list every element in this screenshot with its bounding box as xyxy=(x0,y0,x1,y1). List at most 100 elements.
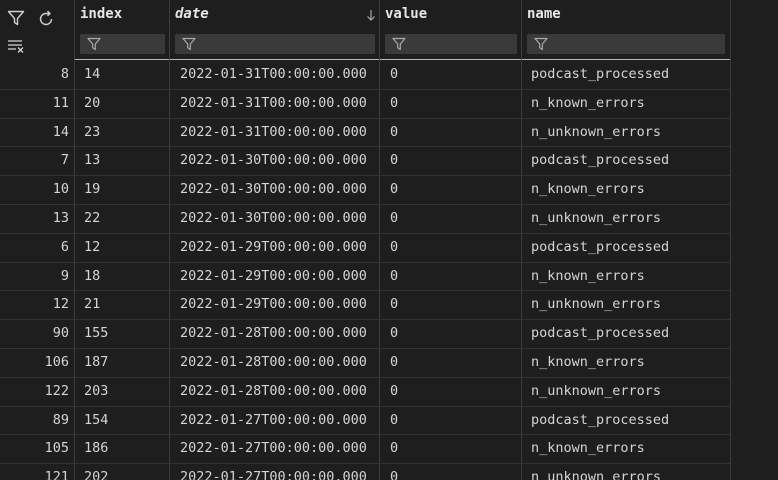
cell-date: 2022-01-28T00:00:00.000 xyxy=(180,382,367,399)
cell-index: 21 xyxy=(84,296,101,313)
row-number-cell: 122 xyxy=(44,382,69,399)
grid-toolbar-corner xyxy=(0,0,75,60)
cell-value: 0 xyxy=(390,238,399,255)
data-grid: index date value name 8 14 2022-01-31T00… xyxy=(0,0,778,480)
row-number-cell: 12 xyxy=(52,296,69,313)
table-row[interactable]: 11 20 2022-01-31T00:00:00.000 0 n_known_erro… xyxy=(0,89,778,118)
row-number-cell: 6 xyxy=(60,238,69,255)
cell-date: 2022-01-31T00:00:00.000 xyxy=(180,123,367,140)
row-number-cell: 13 xyxy=(52,210,69,226)
cell-date: 2022-01-27T00:00:00.000 xyxy=(180,440,367,457)
cell-value: 0 xyxy=(390,469,399,480)
row-number-cell: 121 xyxy=(44,469,69,480)
row-number-cell: 90 xyxy=(52,325,69,342)
cell-value: 0 xyxy=(390,152,399,169)
cell-date: 2022-01-27T00:00:00.000 xyxy=(180,411,367,428)
cell-name: n_unknown_errors xyxy=(531,469,662,480)
cell-index: 203 xyxy=(84,382,109,399)
cell-name: n_unknown_errors xyxy=(531,123,662,140)
column-header-name[interactable]: name xyxy=(522,0,730,60)
row-number-cell: 8 xyxy=(60,66,69,82)
cell-date: 2022-01-29T00:00:00.000 xyxy=(180,267,367,284)
cell-value: 0 xyxy=(390,440,399,457)
grid-header: index date value name xyxy=(0,0,778,60)
cell-index: 154 xyxy=(84,411,109,428)
table-row[interactable]: 6 12 2022-01-29T00:00:00.000 0 podcast_proce… xyxy=(0,233,778,262)
cell-value: 0 xyxy=(390,354,399,370)
cell-date: 2022-01-27T00:00:00.000 xyxy=(180,469,367,480)
cell-name: podcast_processed xyxy=(531,66,670,82)
cell-name: n_unknown_errors xyxy=(531,296,662,313)
cell-index: 14 xyxy=(84,66,101,82)
cell-index: 23 xyxy=(84,123,101,140)
row-number-cell: 105 xyxy=(44,440,69,457)
cell-index: 186 xyxy=(84,440,109,457)
cell-index: 22 xyxy=(84,210,101,226)
column-header-value[interactable]: value xyxy=(380,0,522,60)
cell-value: 0 xyxy=(390,382,399,399)
column-filter-name[interactable] xyxy=(527,34,725,54)
cell-index: 13 xyxy=(84,152,101,169)
cell-date: 2022-01-31T00:00:00.000 xyxy=(180,66,367,82)
table-row[interactable]: 105 186 2022-01-27T00:00:00.000 0 n_known_er… xyxy=(0,434,778,463)
cell-date: 2022-01-30T00:00:00.000 xyxy=(180,210,367,226)
cell-date: 2022-01-29T00:00:00.000 xyxy=(180,238,367,255)
table-row[interactable]: 8 14 2022-01-31T00:00:00.000 0 podcast_proce… xyxy=(0,60,778,89)
cell-index: 19 xyxy=(84,181,101,198)
column-title: date xyxy=(175,6,209,22)
cell-value: 0 xyxy=(390,66,399,82)
cell-index: 202 xyxy=(84,469,109,480)
cell-date: 2022-01-28T00:00:00.000 xyxy=(180,354,367,370)
filter-icon xyxy=(392,37,406,51)
table-row[interactable]: 10 19 2022-01-30T00:00:00.000 0 n_known_erro… xyxy=(0,175,778,204)
cell-date: 2022-01-30T00:00:00.000 xyxy=(180,181,367,198)
column-header-index[interactable]: index xyxy=(75,0,170,60)
filter-icon xyxy=(182,37,196,51)
column-filter-value[interactable] xyxy=(385,34,517,54)
column-title: name xyxy=(527,6,561,22)
cell-index: 18 xyxy=(84,267,101,284)
cell-value: 0 xyxy=(390,296,399,313)
filter-icon xyxy=(87,37,101,51)
table-row[interactable]: 7 13 2022-01-30T00:00:00.000 0 podcast_proce… xyxy=(0,146,778,175)
column-header-date[interactable]: date xyxy=(170,0,380,60)
refresh-icon[interactable] xyxy=(37,10,55,32)
cell-name: n_known_errors xyxy=(531,440,645,457)
cell-value: 0 xyxy=(390,181,399,198)
table-row[interactable]: 89 154 2022-01-27T00:00:00.000 0 podcast_pro… xyxy=(0,406,778,435)
cell-name: n_unknown_errors xyxy=(531,210,662,226)
cell-index: 155 xyxy=(84,325,109,342)
arrow-down-icon[interactable] xyxy=(366,8,376,22)
row-number-cell: 14 xyxy=(52,123,69,140)
filter-icon xyxy=(534,37,548,51)
table-row[interactable]: 9 18 2022-01-29T00:00:00.000 0 n_known_error… xyxy=(0,262,778,291)
clear-filters-icon[interactable] xyxy=(7,39,25,57)
cell-value: 0 xyxy=(390,325,399,342)
table-row[interactable]: 121 202 2022-01-27T00:00:00.000 0 n_unknown_… xyxy=(0,463,778,480)
column-filter-date[interactable] xyxy=(175,34,375,54)
table-row[interactable]: 13 22 2022-01-30T00:00:00.000 0 n_unknown_er… xyxy=(0,204,778,233)
cell-date: 2022-01-30T00:00:00.000 xyxy=(180,152,367,169)
column-title: value xyxy=(385,6,428,22)
cell-name: podcast_processed xyxy=(531,152,670,169)
cell-name: n_known_errors xyxy=(531,354,645,370)
cell-name: n_unknown_errors xyxy=(531,382,662,399)
cell-index: 12 xyxy=(84,238,101,255)
column-filter-index[interactable] xyxy=(80,34,165,54)
filter-icon[interactable] xyxy=(7,10,25,30)
cell-value: 0 xyxy=(390,94,399,111)
table-row[interactable]: 14 23 2022-01-31T00:00:00.000 0 n_unknown_er… xyxy=(0,118,778,147)
cell-date: 2022-01-28T00:00:00.000 xyxy=(180,325,367,342)
table-row[interactable]: 122 203 2022-01-28T00:00:00.000 0 n_unknown_… xyxy=(0,377,778,406)
cell-name: n_known_errors xyxy=(531,267,645,284)
cell-name: n_known_errors xyxy=(531,181,645,198)
table-row[interactable]: 12 21 2022-01-29T00:00:00.000 0 n_unknown_er… xyxy=(0,290,778,319)
cell-value: 0 xyxy=(390,411,399,428)
table-row[interactable]: 106 187 2022-01-28T00:00:00.000 0 n_known_er… xyxy=(0,348,778,377)
cell-name: podcast_processed xyxy=(531,325,670,342)
row-number-cell: 10 xyxy=(52,181,69,198)
table-row[interactable]: 90 155 2022-01-28T00:00:00.000 0 podcast_pro… xyxy=(0,319,778,348)
row-number-cell: 7 xyxy=(60,152,69,169)
row-number-cell: 9 xyxy=(60,267,69,284)
row-number-cell: 89 xyxy=(52,411,69,428)
